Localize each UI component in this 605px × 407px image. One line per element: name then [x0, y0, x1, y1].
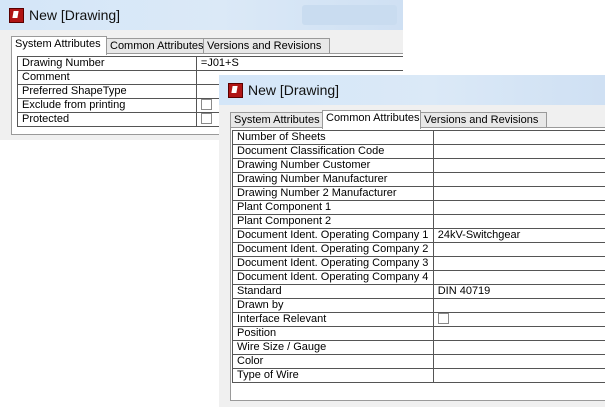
- attribute-value[interactable]: [432, 326, 605, 341]
- attribute-label: Exclude from printing: [17, 98, 197, 113]
- table-row[interactable]: Document Ident. Operating Company 4: [232, 270, 605, 285]
- attribute-label: Protected: [17, 112, 197, 127]
- table-row[interactable]: Drawing Number Manufacturer: [232, 172, 605, 187]
- attribute-value[interactable]: DIN 40719: [432, 284, 605, 299]
- attribute-label: Comment: [17, 70, 197, 85]
- table-row[interactable]: Plant Component 2: [232, 214, 605, 229]
- attribute-label: Plant Component 1: [232, 200, 434, 215]
- title-bar: New [Drawing]: [219, 75, 605, 105]
- attribute-label: Document Ident. Operating Company 4: [232, 270, 434, 285]
- attribute-label: Drawing Number Manufacturer: [232, 172, 434, 187]
- attribute-label: Plant Component 2: [232, 214, 434, 229]
- attribute-value[interactable]: [432, 298, 605, 313]
- checkbox-icon[interactable]: [437, 313, 449, 325]
- tab-versions-and-revisions[interactable]: Versions and Revisions: [203, 38, 330, 54]
- table-row[interactable]: Document Ident. Operating Company 2: [232, 242, 605, 257]
- table-row[interactable]: Document Classification Code: [232, 144, 605, 159]
- tab-versions-and-revisions[interactable]: Versions and Revisions: [420, 112, 547, 128]
- attribute-value[interactable]: [432, 200, 605, 215]
- attributes-panel: Number of Sheets Document Classification …: [230, 127, 605, 401]
- table-row[interactable]: Position: [232, 326, 605, 341]
- attribute-label: Drawing Number Customer: [232, 158, 434, 173]
- window-title: New [Drawing]: [29, 7, 121, 23]
- window-title: New [Drawing]: [248, 82, 340, 98]
- table-row[interactable]: Drawing Number 2 Manufacturer: [232, 186, 605, 201]
- attribute-label: Color: [232, 354, 434, 369]
- attribute-value[interactable]: =J01+S: [195, 56, 403, 71]
- attribute-label: Interface Relevant: [232, 312, 434, 327]
- checkbox-icon[interactable]: [200, 113, 212, 125]
- attribute-label: Preferred ShapeType: [17, 84, 197, 99]
- attribute-label: Wire Size / Gauge: [232, 340, 434, 355]
- front-window: New [Drawing] System Attributes Common A…: [219, 75, 605, 407]
- tab-common-attributes[interactable]: Common Attributes: [106, 38, 206, 54]
- attribute-value[interactable]: [432, 130, 605, 145]
- table-row[interactable]: Plant Component 1: [232, 200, 605, 215]
- attribute-value[interactable]: [432, 144, 605, 159]
- attribute-value[interactable]: [432, 172, 605, 187]
- table-row[interactable]: Number of Sheets: [232, 130, 605, 145]
- attribute-label: Document Ident. Operating Company 2: [232, 242, 434, 257]
- title-bar-controls: [302, 5, 397, 25]
- attribute-value[interactable]: [432, 368, 605, 383]
- table-row[interactable]: Drawing Number =J01+S: [17, 56, 403, 71]
- attribute-label: Drawn by: [232, 298, 434, 313]
- app-window-icon: [9, 8, 24, 23]
- table-row[interactable]: Drawn by: [232, 298, 605, 313]
- attribute-label: Drawing Number 2 Manufacturer: [232, 186, 434, 201]
- title-bar: New [Drawing]: [0, 0, 403, 30]
- app-window-icon: [228, 83, 243, 98]
- attribute-value[interactable]: [432, 158, 605, 173]
- attribute-label: Document Ident. Operating Company 1: [232, 228, 434, 243]
- tab-common-attributes[interactable]: Common Attributes: [322, 110, 421, 129]
- attribute-value[interactable]: [432, 354, 605, 369]
- table-row[interactable]: Standard DIN 40719: [232, 284, 605, 299]
- table-row[interactable]: Drawing Number Customer: [232, 158, 605, 173]
- attribute-label: Position: [232, 326, 434, 341]
- attribute-label: Document Ident. Operating Company 3: [232, 256, 434, 271]
- table-row[interactable]: Color: [232, 354, 605, 369]
- attribute-value[interactable]: [432, 186, 605, 201]
- attribute-label: Standard: [232, 284, 434, 299]
- attribute-checkbox-cell: [432, 312, 605, 327]
- table-row[interactable]: Wire Size / Gauge: [232, 340, 605, 355]
- tab-system-attributes[interactable]: System Attributes: [11, 36, 107, 55]
- attribute-value[interactable]: [432, 270, 605, 285]
- attributes-table: Number of Sheets Document Classification …: [232, 130, 605, 383]
- attribute-value[interactable]: [432, 256, 605, 271]
- attribute-label: Type of Wire: [232, 368, 434, 383]
- tab-system-attributes[interactable]: System Attributes: [230, 112, 324, 128]
- attribute-label: Drawing Number: [17, 56, 197, 71]
- attribute-value[interactable]: [432, 340, 605, 355]
- table-row[interactable]: Interface Relevant: [232, 312, 605, 327]
- attribute-value[interactable]: [432, 242, 605, 257]
- attribute-label: Number of Sheets: [232, 130, 434, 145]
- attribute-value[interactable]: [432, 214, 605, 229]
- table-row[interactable]: Type of Wire: [232, 368, 605, 383]
- table-row[interactable]: Document Ident. Operating Company 3: [232, 256, 605, 271]
- attribute-value[interactable]: 24kV-Switchgear: [432, 228, 605, 243]
- table-row[interactable]: Document Ident. Operating Company 1 24kV-…: [232, 228, 605, 243]
- checkbox-icon[interactable]: [200, 99, 212, 111]
- attribute-label: Document Classification Code: [232, 144, 434, 159]
